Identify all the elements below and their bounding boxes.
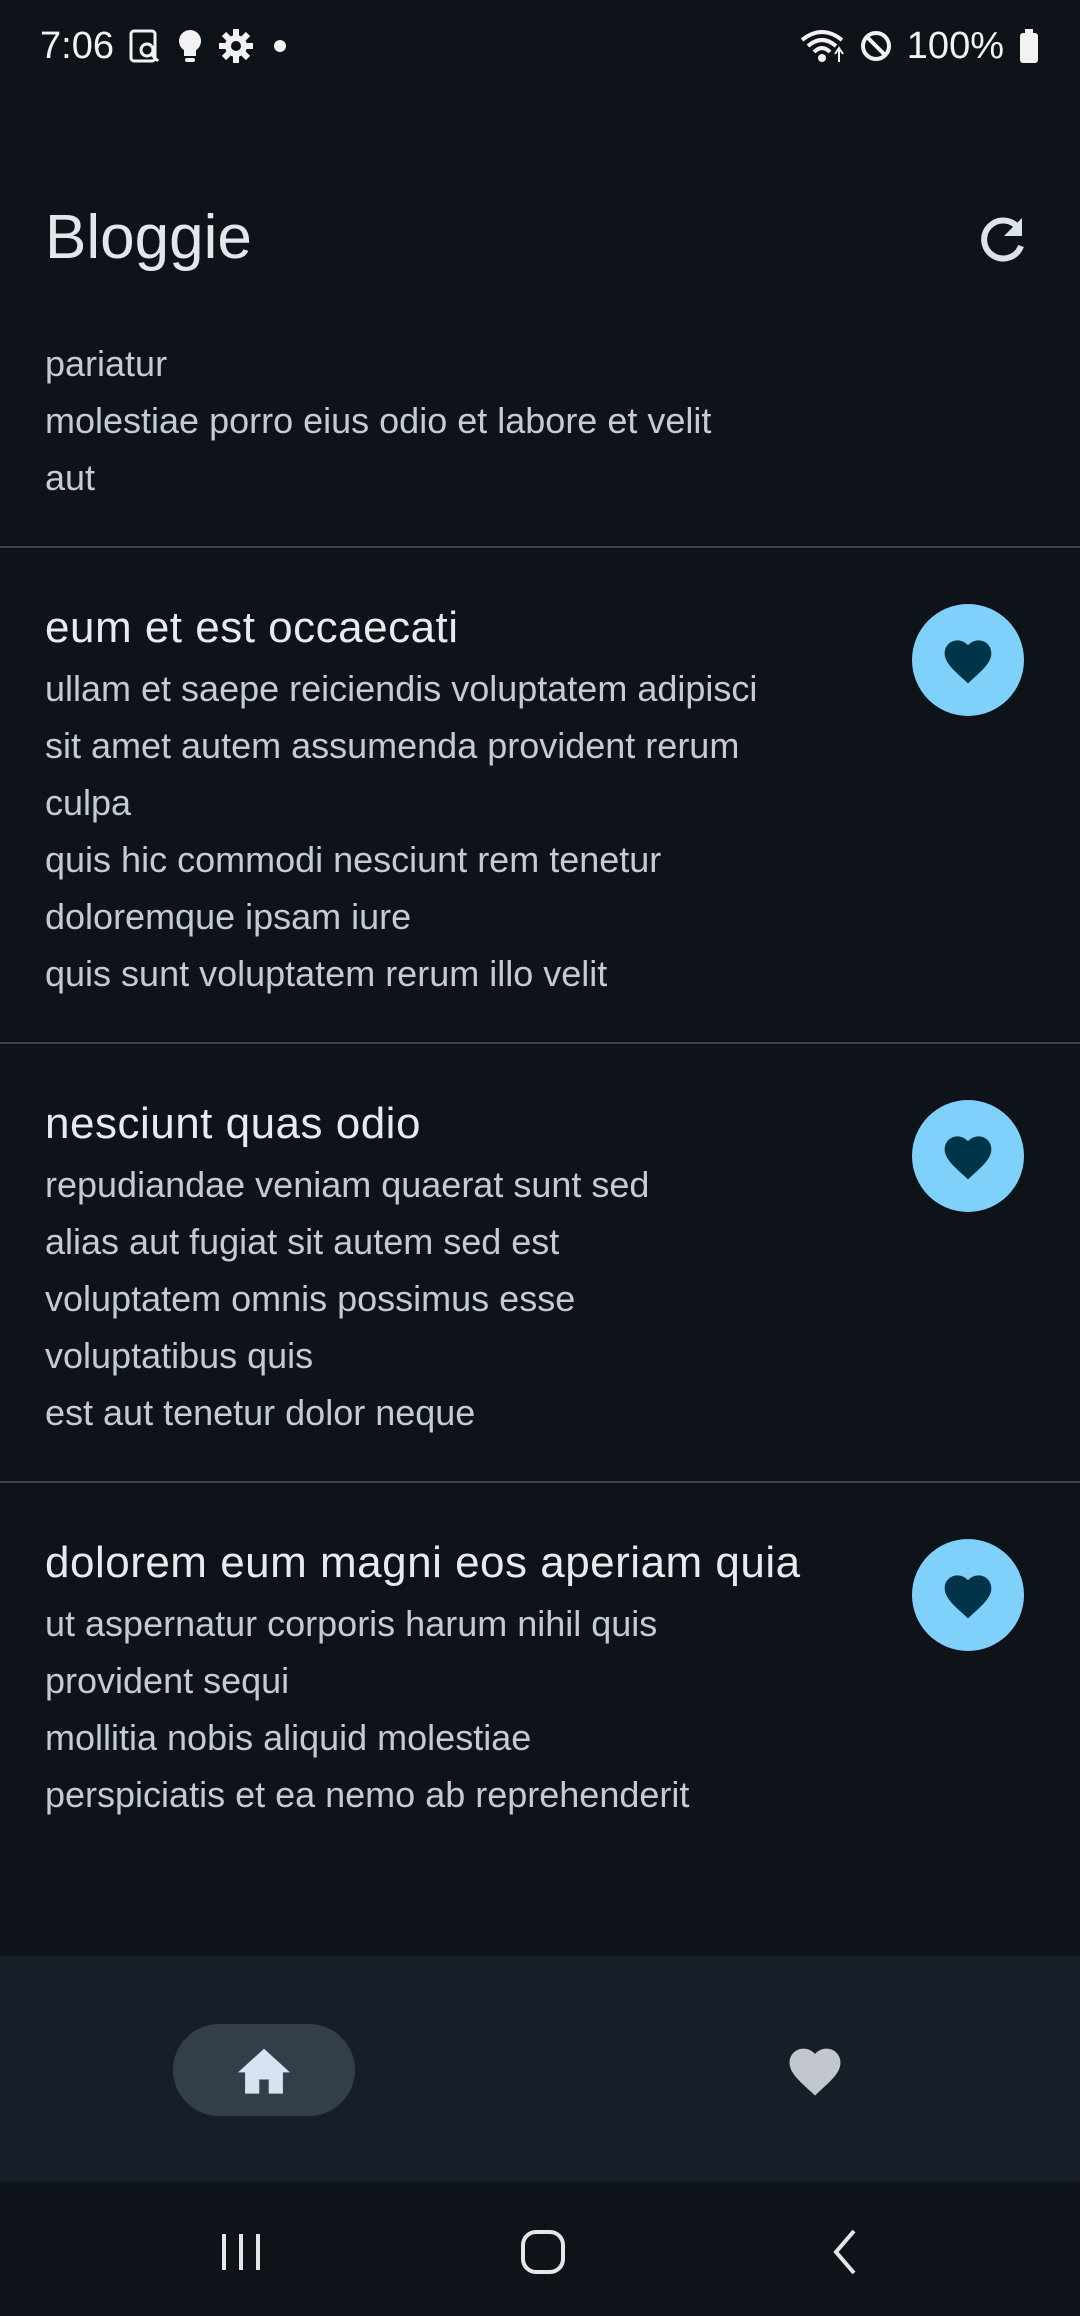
heart-icon (789, 2048, 841, 2096)
post-body-line: repudiandae veniam quaerat sunt sed (45, 1164, 650, 1205)
post-body: pariatur molestiae porro eius odio et la… (45, 335, 875, 506)
home-circle-icon (521, 2230, 565, 2274)
post-body-line: culpa (45, 782, 132, 823)
post-body-line: aut (45, 457, 96, 498)
post-body: ut aspernatur corporis harum nihil quis … (45, 1595, 875, 1823)
dot-icon (268, 28, 292, 64)
favorite-button[interactable] (912, 1100, 1024, 1212)
post-body-line: quis sunt voluptatem rerum illo velit (45, 953, 608, 994)
favorite-button[interactable] (912, 1539, 1024, 1651)
post-body-line: ut aspernatur corporis harum nihil quis (45, 1603, 658, 1644)
heart-icon (944, 1575, 992, 1619)
status-bar-left: 7:06 (40, 25, 292, 68)
status-bar-right: 100% (799, 25, 1040, 68)
post-body-line: perspiciatis et ea nemo ab reprehenderit (45, 1774, 690, 1815)
post-body: repudiandae veniam quaerat sunt sed alia… (45, 1156, 875, 1441)
post-body-line: quis hic commodi nesciunt rem tenetur (45, 839, 662, 880)
system-home-button[interactable] (503, 2212, 583, 2292)
back-icon (833, 2229, 856, 2275)
heart-icon (944, 640, 992, 684)
bottom-navigation (0, 1956, 1080, 2182)
nav-favorites-tab[interactable] (770, 2024, 860, 2116)
wifi-icon (799, 28, 845, 64)
post-body-line: alias aut fugiat sit autem sed est (45, 1221, 560, 1262)
post-item[interactable]: dolorem eum magni eos aperiam quia ut as… (0, 1483, 1080, 1863)
post-body-line: mollitia nobis aliquid molestiae (45, 1717, 532, 1758)
page-title: Bloggie (45, 203, 252, 272)
post-body-line: pariatur (45, 343, 168, 384)
nav-home-tab[interactable] (173, 2024, 355, 2116)
recents-icon (222, 2234, 260, 2270)
status-bar: 7:06 100% (0, 0, 1080, 92)
post-item[interactable]: eum et est occaecati ullam et saepe reic… (0, 548, 1080, 1044)
post-body-line: molestiae porro eius odio et labore et v… (45, 400, 712, 441)
recents-button[interactable] (201, 2212, 281, 2292)
refresh-button[interactable] (970, 208, 1034, 272)
post-item[interactable]: pariatur molestiae porro eius odio et la… (0, 318, 1080, 548)
gear-icon (218, 28, 254, 64)
bulb-icon (176, 28, 204, 64)
post-body-line: est aut tenetur dolor neque (45, 1392, 476, 1433)
favorite-button[interactable] (912, 604, 1024, 716)
post-body-line: provident sequi (45, 1660, 290, 1701)
post-body: ullam et saepe reiciendis voluptatem adi… (45, 660, 875, 1002)
system-navigation-bar (0, 2182, 1080, 2316)
battery-icon (1018, 28, 1040, 64)
post-body-line: ullam et saepe reiciendis voluptatem adi… (45, 668, 758, 709)
refresh-icon (981, 217, 1024, 262)
post-body-line: voluptatibus quis (45, 1335, 314, 1376)
heart-icon (944, 1136, 992, 1180)
home-icon (238, 2048, 290, 2094)
post-body-line: voluptatem omnis possimus esse (45, 1278, 576, 1319)
post-list[interactable]: pariatur molestiae porro eius odio et la… (0, 318, 1080, 1958)
post-item[interactable]: nesciunt quas odio repudiandae veniam qu… (0, 1044, 1080, 1483)
status-time: 7:06 (40, 24, 114, 67)
do-not-disturb-icon (859, 29, 893, 63)
post-body-line: doloremque ipsam iure (45, 896, 412, 937)
back-button[interactable] (806, 2212, 886, 2292)
post-body-line: sit amet autem assumenda provident rerum (45, 725, 740, 766)
screenshot-search-icon (128, 28, 162, 64)
battery-percent: 100% (906, 24, 1004, 67)
